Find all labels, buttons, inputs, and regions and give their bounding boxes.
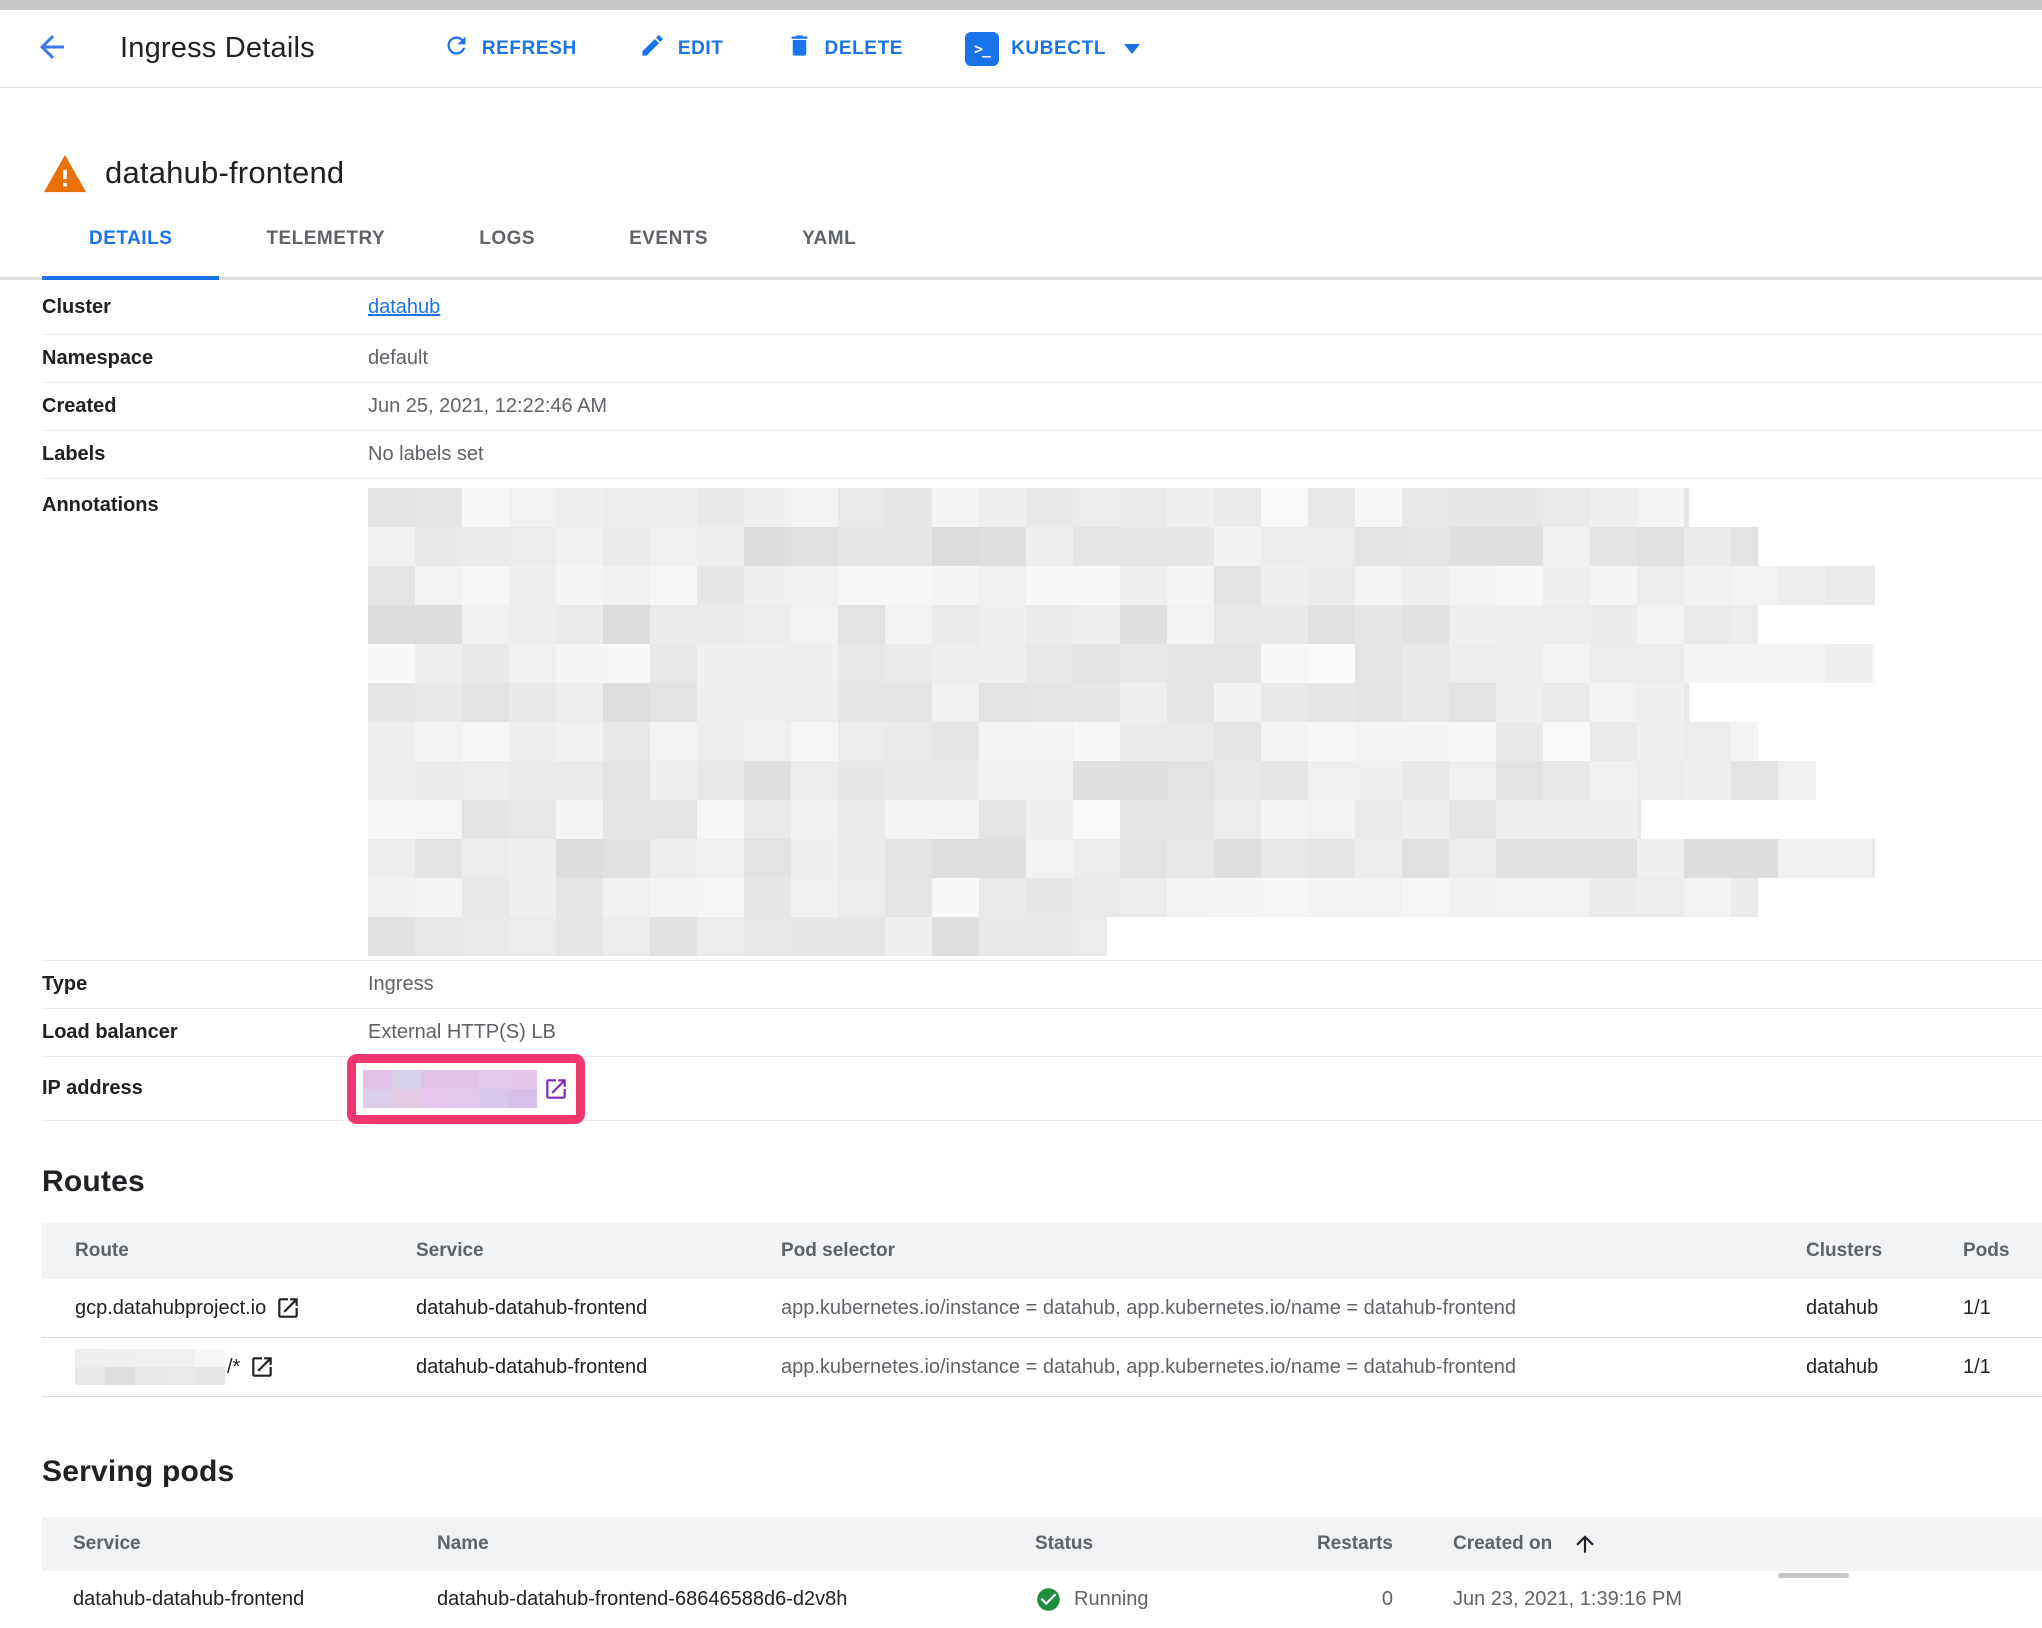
- col-restarts: Restarts: [1299, 1533, 1393, 1555]
- refresh-label: REFRESH: [482, 38, 577, 60]
- kubectl-label: KUBECTL: [1011, 38, 1106, 60]
- col-name: Name: [437, 1533, 1035, 1555]
- detail-row-type: Type Ingress: [42, 961, 2042, 1009]
- page-title: Ingress Details: [120, 32, 315, 65]
- horizontal-scrollbar-thumb[interactable]: [1778, 1573, 1849, 1578]
- routes-table: Route Service Pod selector Clusters Pods…: [42, 1223, 2042, 1397]
- route-clusters: datahub: [1806, 1297, 1963, 1320]
- tab-telemetry[interactable]: TELEMETRY: [219, 200, 432, 277]
- app-toolbar: Ingress Details REFRESH EDIT DELETE >_ K…: [0, 10, 2042, 88]
- labels-label: Labels: [42, 443, 368, 466]
- route-pod-selector: app.kubernetes.io/instance = datahub, ap…: [781, 1297, 1516, 1319]
- pod-created-on: Jun 23, 2021, 1:39:16 PM: [1453, 1588, 1682, 1611]
- load-balancer-value: External HTTP(S) LB: [368, 1021, 556, 1044]
- cluster-link[interactable]: datahub: [368, 296, 440, 318]
- pod-name: datahub-datahub-frontend-68646588d6-d2v8…: [437, 1588, 1035, 1611]
- delete-label: DELETE: [825, 38, 904, 60]
- refresh-icon: [443, 32, 470, 65]
- detail-row-labels: Labels No labels set: [42, 431, 2042, 479]
- detail-row-cluster: Cluster datahub: [42, 280, 2042, 335]
- redacted-ip-blur: [363, 1070, 537, 1108]
- detail-row-created: Created Jun 25, 2021, 12:22:46 AM: [42, 383, 2042, 431]
- route-row-2: /* datahub-datahub-frontend app.kubernet…: [42, 1338, 2042, 1397]
- serving-pods-heading: Serving pods: [42, 1455, 2042, 1489]
- col-status: Status: [1035, 1533, 1299, 1555]
- type-label: Type: [42, 973, 368, 996]
- ip-address-label: IP address: [42, 1077, 368, 1100]
- trash-icon: [786, 32, 813, 65]
- tab-events[interactable]: EVENTS: [582, 200, 755, 277]
- cluster-label: Cluster: [42, 296, 368, 319]
- namespace-value: default: [368, 347, 428, 370]
- window-top-strip: [0, 0, 2042, 10]
- annotations-label: Annotations: [42, 488, 368, 517]
- route-open-in-new-icon[interactable]: [249, 1354, 275, 1380]
- detail-row-ip-address: IP address: [42, 1057, 2042, 1121]
- tab-yaml[interactable]: YAML: [755, 200, 903, 277]
- resource-heading: datahub-frontend: [42, 150, 2042, 196]
- route-pods: 1/1: [1963, 1297, 2042, 1320]
- col-service: Service: [416, 1240, 781, 1262]
- kubectl-button[interactable]: >_ KUBECTL: [965, 32, 1140, 66]
- tab-logs[interactable]: LOGS: [432, 200, 582, 277]
- redacted-annotations-blur: [368, 488, 1875, 956]
- serving-pods-table: Service Name Status Restarts Created on …: [42, 1517, 2042, 1628]
- warning-icon: [42, 153, 88, 194]
- detail-row-namespace: Namespace default: [42, 335, 2042, 383]
- col-route: Route: [42, 1240, 416, 1262]
- routes-heading: Routes: [42, 1165, 2042, 1199]
- detail-row-load-balancer: Load balancer External HTTP(S) LB: [42, 1009, 2042, 1057]
- resource-name: datahub-frontend: [105, 155, 344, 191]
- toolbar-actions: REFRESH EDIT DELETE >_ KUBECTL: [443, 32, 1140, 66]
- col-service: Service: [42, 1533, 437, 1555]
- route-path-suffix: /*: [227, 1356, 240, 1379]
- type-value: Ingress: [368, 973, 434, 996]
- tab-details[interactable]: DETAILS: [42, 200, 219, 277]
- created-value: Jun 25, 2021, 12:22:46 AM: [368, 395, 607, 418]
- edit-label: EDIT: [678, 38, 724, 60]
- ip-open-in-new-icon[interactable]: [543, 1076, 569, 1102]
- route-service: datahub-datahub-frontend: [416, 1297, 781, 1320]
- chevron-down-icon: [1124, 44, 1140, 54]
- pod-status-text: Running: [1074, 1588, 1149, 1611]
- route-host: gcp.datahubproject.io: [75, 1297, 266, 1320]
- col-pod-selector: Pod selector: [781, 1240, 1806, 1262]
- route-pod-selector: app.kubernetes.io/instance = datahub, ap…: [781, 1356, 1516, 1378]
- serving-pods-table-header: Service Name Status Restarts Created on: [42, 1517, 2042, 1571]
- delete-button[interactable]: DELETE: [786, 32, 904, 65]
- detail-row-annotations: Annotations: [42, 479, 2042, 961]
- load-balancer-label: Load balancer: [42, 1021, 368, 1044]
- route-clusters: datahub: [1806, 1356, 1963, 1379]
- created-label: Created: [42, 395, 368, 418]
- pod-restarts: 0: [1299, 1588, 1393, 1611]
- sort-ascending-arrow-icon[interactable]: [1572, 1531, 1598, 1557]
- col-clusters: Clusters: [1806, 1240, 1963, 1262]
- edit-pencil-icon: [639, 32, 666, 65]
- col-pods: Pods: [1963, 1240, 2042, 1262]
- routes-table-header: Route Service Pod selector Clusters Pods: [42, 1223, 2042, 1279]
- back-arrow-icon: [34, 29, 70, 68]
- edit-button[interactable]: EDIT: [639, 32, 724, 65]
- redacted-route-blur: [75, 1349, 225, 1385]
- route-open-in-new-icon[interactable]: [275, 1295, 301, 1321]
- pod-row-1: datahub-datahub-frontend datahub-datahub…: [42, 1571, 2042, 1628]
- back-button[interactable]: [30, 27, 74, 71]
- kubectl-terminal-icon: >_: [965, 32, 999, 66]
- labels-value: No labels set: [368, 443, 484, 466]
- namespace-label: Namespace: [42, 347, 368, 370]
- col-created-on: Created on: [1453, 1533, 1552, 1555]
- details-panel: Cluster datahub Namespace default Create…: [42, 280, 2042, 1121]
- tab-bar: DETAILS TELEMETRY LOGS EVENTS YAML: [0, 200, 2042, 280]
- refresh-button[interactable]: REFRESH: [443, 32, 577, 65]
- pod-service: datahub-datahub-frontend: [42, 1588, 437, 1611]
- ip-highlight-annotation-box: [347, 1054, 585, 1124]
- check-circle-icon: [1035, 1586, 1062, 1613]
- route-service: datahub-datahub-frontend: [416, 1356, 781, 1379]
- route-row-1: gcp.datahubproject.io datahub-datahub-fr…: [42, 1279, 2042, 1338]
- route-pods: 1/1: [1963, 1356, 2042, 1379]
